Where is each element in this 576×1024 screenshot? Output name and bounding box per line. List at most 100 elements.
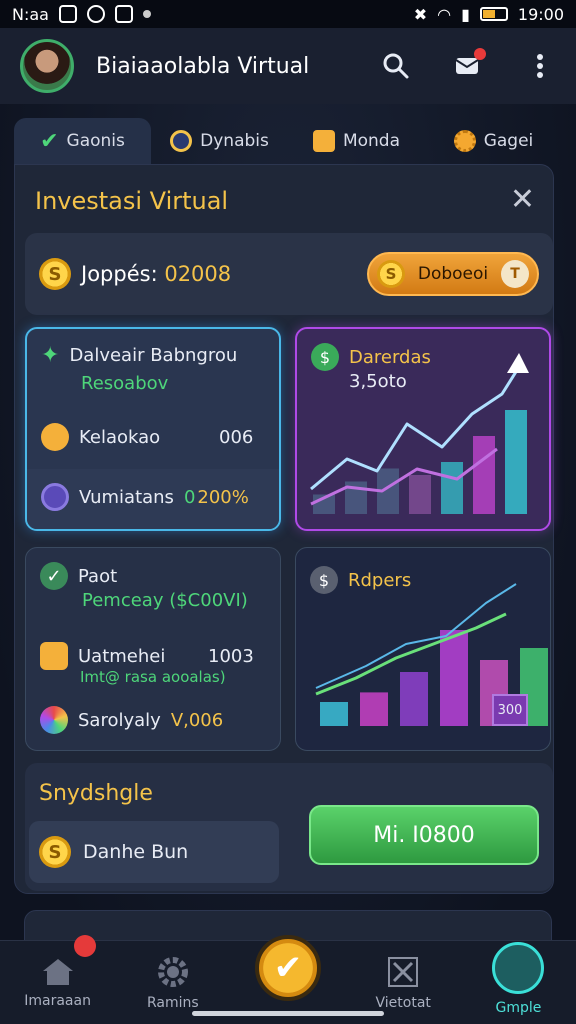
card-b-header: $ Darerdas (311, 343, 431, 371)
chart-bar (505, 410, 527, 514)
card-c-header: ✓ Paot (40, 562, 117, 590)
checkmark-icon: ✔ (255, 934, 321, 1001)
coin-icon: S (377, 260, 405, 288)
nav-home[interactable]: Imaraaan (0, 935, 115, 1024)
messages-button[interactable] (452, 48, 486, 82)
app-title: Biaiaaolabla Virtual (96, 53, 310, 79)
card-c-row3: Sarolyaly V,006 (40, 706, 223, 734)
screen: N:aa ✖ ◠ ▮ 19:00 Biaiaaolabla Virtual ✔ … (0, 0, 576, 1024)
search-button[interactable] (380, 50, 412, 82)
chart-bar (440, 630, 468, 726)
gear-icon (453, 130, 476, 152)
nav-label: Imaraaan (24, 992, 91, 1009)
card-b-value: 3,5oto (349, 371, 407, 392)
vibrate-icon: ✖ (413, 4, 428, 24)
card-d-title: Rdpers (348, 569, 412, 591)
card-a-row3-value: 200% (197, 486, 249, 508)
status-time: 19:00 (517, 4, 564, 24)
dollar-icon: $ (311, 343, 339, 371)
notification-icon (58, 5, 77, 23)
chart-bar (441, 462, 463, 514)
card-d-header: $ Rdpers (310, 566, 411, 594)
card-c-row2: Uatmehei 1003 (40, 642, 254, 670)
card-a-row2: Kelaokao 006 (41, 423, 253, 451)
balance-text: Joppés: 02008 (81, 262, 367, 286)
image-icon (114, 5, 133, 23)
money-icon: ✦ (41, 343, 60, 368)
crossed-tools-icon (388, 956, 419, 987)
dot-icon (142, 10, 151, 18)
search-icon (383, 53, 409, 79)
more-menu-button[interactable] (524, 50, 556, 82)
card-a-row3-prefix: 0 (183, 486, 196, 508)
card-a-row3: Vumiatans 0 200% (41, 483, 249, 511)
investment-card-a[interactable]: ✦ Dalveair Babngrou Resoabov Kelaokao 00… (25, 327, 281, 531)
card-a-title: Dalveair Babngrou (69, 345, 238, 366)
card-a-row2-label: Kelaokao (79, 426, 161, 448)
tab-dynabis[interactable]: Dynabis (151, 118, 288, 164)
balance-value: 02008 (164, 262, 232, 286)
check-circle-icon: ✓ (40, 562, 68, 590)
chart-bar (360, 692, 388, 726)
card-b-title: Darerdas (349, 346, 431, 368)
home-icon (42, 958, 73, 985)
globe-icon (41, 483, 69, 511)
checkmark-icon: ✔ (40, 128, 59, 154)
tab-monda[interactable]: Monda (288, 118, 425, 164)
card-c-row2-label: Uatmehei (78, 645, 166, 667)
app-header: Biaiaaolabla Virtual (0, 28, 576, 104)
ticket-icon (312, 130, 335, 152)
card-c-row3-value: V,006 (170, 709, 224, 731)
cube-label: 300 (492, 694, 528, 726)
chart-bar (320, 702, 348, 726)
coin-stack-icon (40, 642, 68, 670)
summary-card: Snydshgle S Danhe Bun Mi. I0800 (25, 763, 553, 891)
card-c-row2-value: 1003 (208, 645, 254, 667)
tab-label: Gaonis (66, 131, 125, 151)
summary-item[interactable]: S Danhe Bun (29, 821, 279, 883)
arrow-icon (507, 353, 529, 373)
card-c-row3-label: Sarolyaly (78, 709, 161, 731)
status-carrier: N:aa (12, 4, 49, 24)
deposit-button[interactable]: S Doboeoi T (367, 252, 539, 296)
status-right: ✖ ◠ ▮ 19:00 (414, 5, 564, 24)
signal-icon: ▮ (461, 4, 470, 24)
nav-label: Ramins (146, 994, 199, 1011)
ticket-icon: T (501, 260, 529, 288)
investment-card-b[interactable]: $ Darerdas 3,5oto (295, 327, 551, 531)
chart-bar (400, 672, 428, 726)
balance-bar: S Joppés: 02008 S Doboeoi T (25, 233, 553, 315)
chart-bar (409, 475, 431, 514)
tab-gaonis[interactable]: ✔ Gaonis (14, 118, 151, 164)
dollar-icon: $ (310, 566, 338, 594)
avatar[interactable] (20, 39, 74, 93)
panel-title: Investasi Virtual (35, 187, 229, 215)
header-actions (380, 48, 556, 82)
close-button[interactable]: ✕ (510, 185, 535, 215)
tab-bar: ✔ Gaonis Dynabis Monda Gagei (14, 118, 562, 164)
nav-badge (74, 935, 96, 957)
coin-icon: S (39, 258, 71, 290)
tab-label: Gagei (483, 131, 534, 151)
nav-label: Gmple (495, 999, 542, 1016)
tab-gagei[interactable]: Gagei (425, 118, 562, 164)
gear-icon (157, 956, 188, 987)
investment-panel: Investasi Virtual ✕ S Joppés: 02008 S Do… (14, 164, 554, 894)
coin-icon: S (39, 836, 71, 868)
home-indicator[interactable] (192, 1011, 384, 1016)
card-a-row2-value: 006 (219, 426, 254, 448)
gear-icon (41, 423, 69, 451)
nav-gmple[interactable]: Gmple (461, 941, 576, 1024)
card-a-subtitle: Resoabov (81, 373, 169, 394)
investment-card-c[interactable]: ✓ Paot Pemceay ($C00VI) Uatmehei 1003 Im… (25, 547, 281, 751)
summary-item-label: Danhe Bun (83, 841, 189, 863)
summary-title: Snydshgle (39, 781, 153, 806)
card-c-row2-sub: Imt@ rasa aooalas) (80, 668, 226, 686)
card-c-title: Paot (78, 565, 118, 587)
confirm-button[interactable]: Mi. I0800 (309, 805, 539, 865)
more-vertical-icon (537, 54, 543, 78)
tab-label: Dynabis (200, 131, 269, 151)
bottom-nav: Imaraaan Ramins ✔ Vietotat Gmple (0, 934, 576, 1024)
investment-card-d[interactable]: $ Rdpers 300 (295, 547, 551, 751)
wifi-icon: ◠ (437, 4, 452, 24)
